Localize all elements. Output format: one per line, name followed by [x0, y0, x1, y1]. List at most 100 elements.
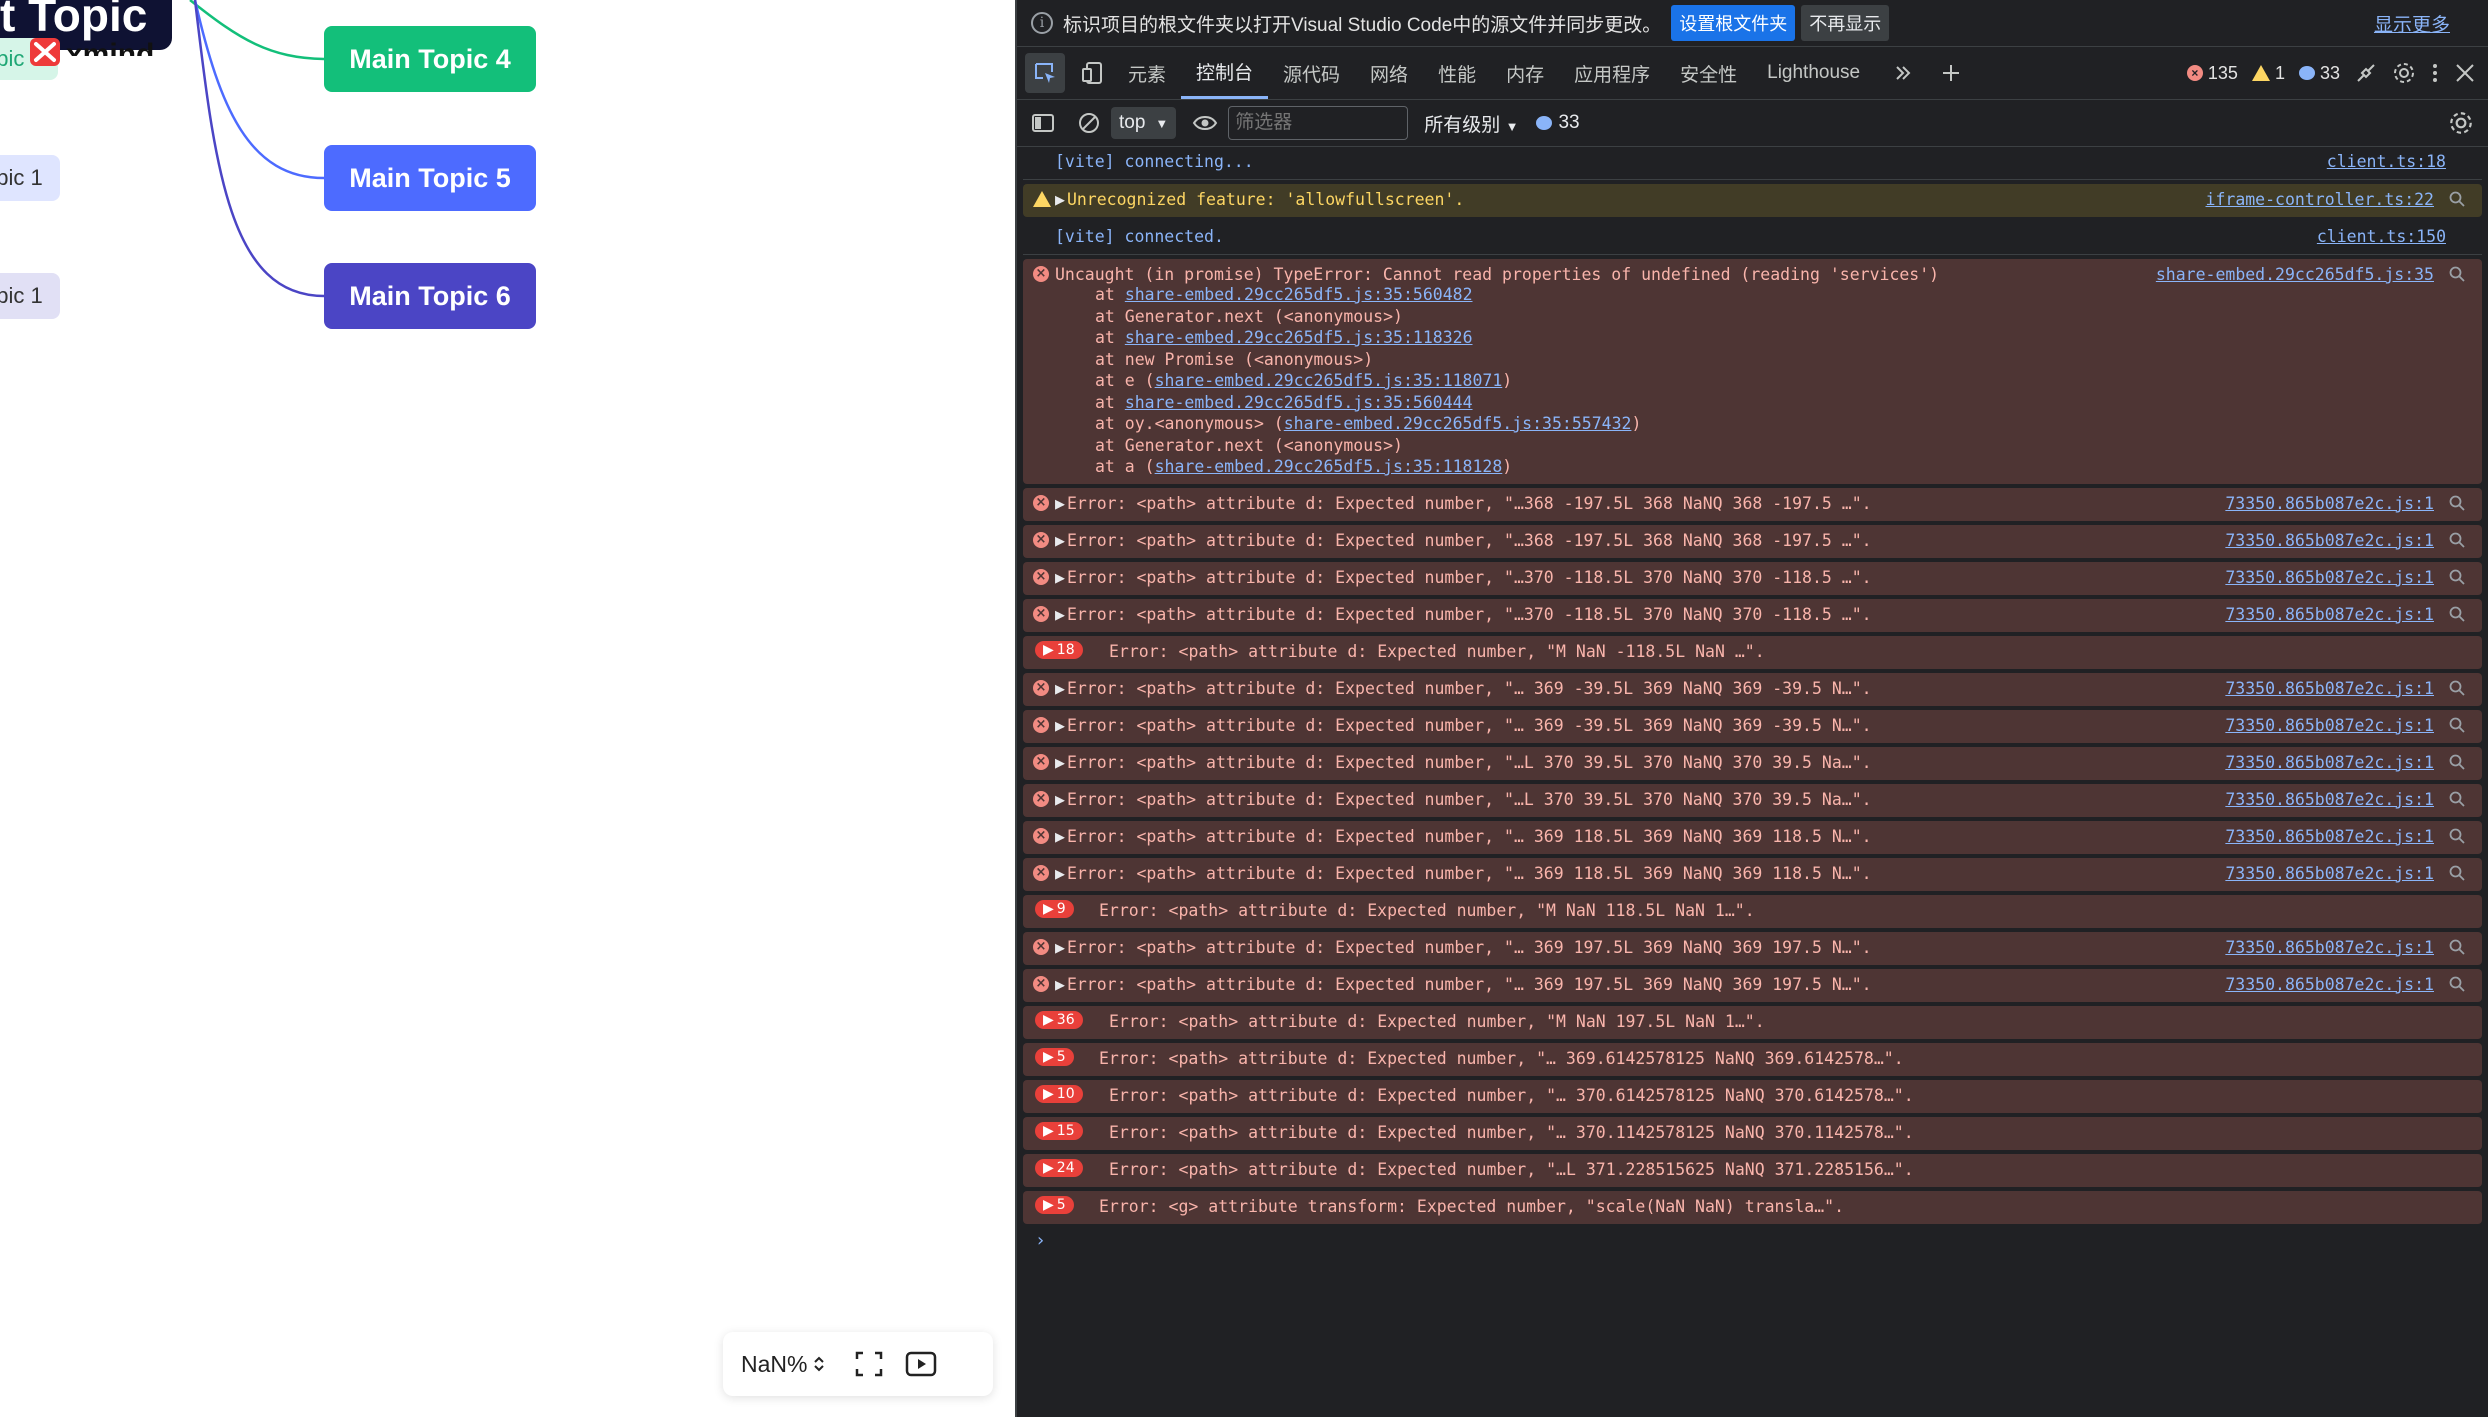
console-error-row[interactable]: × ▶ Error: <path> attribute d: Expected nu… — [1023, 857, 2482, 891]
console-uncaught-error-row[interactable]: × Uncaught (in promise) TypeError: Cannot… — [1023, 259, 2482, 484]
console-grouped-error-row[interactable]: ▶ 9 Error: <path> attribute d: Expected nu… — [1023, 894, 2482, 928]
console-grouped-error-row[interactable]: ▶ 36 Error: <path> attribute d: Expected n… — [1023, 1005, 2482, 1039]
expand-triangle-icon[interactable]: ▶ — [1055, 494, 1065, 513]
tab-memory[interactable]: 内存 — [1491, 47, 1559, 99]
eye-icon[interactable] — [1192, 113, 1218, 133]
tab-performance[interactable]: 性能 — [1423, 47, 1491, 99]
console-error-row[interactable]: × ▶ Error: <path> attribute d: Expected nu… — [1023, 746, 2482, 780]
repeat-count-badge[interactable]: ▶ 15 — [1035, 1121, 1083, 1140]
console-grouped-error-row[interactable]: ▶ 5 Error: <path> attribute d: Expected nu… — [1023, 1042, 2482, 1076]
tab-network[interactable]: 网络 — [1355, 47, 1423, 99]
subtopic-blue-2[interactable]: opic 1 — [0, 273, 60, 319]
source-link[interactable]: 73350.865b087e2c.js:1 — [2225, 938, 2434, 957]
expand-triangle-icon[interactable]: ▶ — [1055, 790, 1065, 809]
stack-frame-link[interactable]: share-embed.29cc265df5.js:35:118071 — [1155, 371, 1503, 390]
stack-frame-link[interactable]: share-embed.29cc265df5.js:35:560444 — [1125, 393, 1473, 412]
console-error-row[interactable]: × ▶ Error: <path> attribute d: Expected nu… — [1023, 561, 2482, 595]
expand-triangle-icon[interactable]: ▶ — [1055, 190, 1065, 209]
main-topic-4[interactable]: Main Topic 4 — [324, 26, 536, 92]
search-icon[interactable] — [2448, 753, 2466, 771]
connection-icon[interactable] — [2354, 61, 2378, 85]
console-grouped-error-row[interactable]: ▶ 5 Error: <g> attribute transform: Expect… — [1023, 1190, 2482, 1224]
search-icon[interactable] — [2448, 265, 2466, 283]
expand-triangle-icon[interactable]: ▶ — [1055, 531, 1065, 550]
repeat-count-badge[interactable]: ▶ 5 — [1035, 1047, 1074, 1066]
console-grouped-error-row[interactable]: ▶ 18 Error: <path> attribute d: Expected n… — [1023, 635, 2482, 669]
mindmap-canvas[interactable]: t Topic opic opic 1 opic 1 xmind Main To… — [0, 0, 1015, 1417]
console-error-row[interactable]: × ▶ Error: <path> attribute d: Expected nu… — [1023, 968, 2482, 1002]
stack-frame-link[interactable]: share-embed.29cc265df5.js:35:557432 — [1284, 414, 1632, 433]
tab-application[interactable]: 应用程序 — [1559, 47, 1665, 99]
source-link[interactable]: 73350.865b087e2c.js:1 — [2225, 568, 2434, 587]
dont-show-again-button[interactable]: 不再显示 — [1801, 5, 1890, 41]
source-link[interactable]: 73350.865b087e2c.js:1 — [2225, 679, 2434, 698]
source-link[interactable]: 73350.865b087e2c.js:1 — [2225, 716, 2434, 735]
stack-frame-link[interactable]: share-embed.29cc265df5.js:35:118326 — [1125, 328, 1473, 347]
search-icon[interactable] — [2448, 790, 2466, 808]
clear-console-icon[interactable] — [1077, 111, 1101, 135]
search-icon[interactable] — [2448, 531, 2466, 549]
inspect-element-button[interactable] — [1025, 53, 1065, 93]
search-icon[interactable] — [2448, 975, 2466, 993]
console-messages[interactable]: [vite] connecting... client.ts:18 ▶ Unrecog… — [1023, 146, 2482, 1251]
search-icon[interactable] — [2448, 190, 2466, 208]
source-link[interactable]: 73350.865b087e2c.js:1 — [2225, 753, 2434, 772]
main-topic-6[interactable]: Main Topic 6 — [324, 263, 536, 329]
search-icon[interactable] — [2448, 494, 2466, 512]
search-icon[interactable] — [2448, 679, 2466, 697]
tab-sources[interactable]: 源代码 — [1268, 47, 1355, 99]
source-link[interactable]: 73350.865b087e2c.js:1 — [2225, 790, 2434, 809]
filter-input[interactable] — [1228, 106, 1409, 140]
log-levels-select[interactable]: 所有级别 ▼ — [1424, 110, 1518, 137]
console-prompt[interactable]: › — [1023, 1230, 2482, 1251]
search-icon[interactable] — [2448, 864, 2466, 882]
fullscreen-button[interactable] — [849, 1344, 889, 1384]
repeat-count-badge[interactable]: ▶ 10 — [1035, 1084, 1083, 1103]
console-error-row[interactable]: × ▶ Error: <path> attribute d: Expected nu… — [1023, 820, 2482, 854]
search-icon[interactable] — [2448, 568, 2466, 586]
issues-count[interactable]: 33 — [1536, 112, 1580, 134]
source-link[interactable]: 73350.865b087e2c.js:1 — [2225, 864, 2434, 883]
close-icon[interactable] — [2454, 62, 2476, 84]
console-grouped-error-row[interactable]: ▶ 24 Error: <path> attribute d: Expected n… — [1023, 1153, 2482, 1187]
search-icon[interactable] — [2448, 827, 2466, 845]
warning-count-badge[interactable]: 1 — [2251, 63, 2285, 84]
console-grouped-error-row[interactable]: ▶ 10 Error: <path> attribute d: Expected n… — [1023, 1079, 2482, 1113]
console-error-row[interactable]: × ▶ Error: <path> attribute d: Expected nu… — [1023, 672, 2482, 706]
source-link[interactable]: 73350.865b087e2c.js:1 — [2225, 975, 2434, 994]
search-icon[interactable] — [2448, 716, 2466, 734]
expand-triangle-icon[interactable]: ▶ — [1055, 568, 1065, 587]
kebab-menu-icon[interactable] — [2430, 61, 2440, 85]
source-link[interactable]: share-embed.29cc265df5.js:35 — [2156, 265, 2434, 284]
expand-triangle-icon[interactable]: ▶ — [1055, 753, 1065, 772]
expand-triangle-icon[interactable]: ▶ — [1055, 975, 1065, 994]
console-grouped-error-row[interactable]: ▶ 15 Error: <path> attribute d: Expected n… — [1023, 1116, 2482, 1150]
source-link[interactable]: 73350.865b087e2c.js:1 — [2225, 531, 2434, 550]
sidebar-toggle-icon[interactable] — [1031, 112, 1055, 134]
subtopic-blue-1[interactable]: opic 1 — [0, 155, 60, 201]
repeat-count-badge[interactable]: ▶ 5 — [1035, 1195, 1074, 1214]
source-link[interactable]: 73350.865b087e2c.js:1 — [2225, 494, 2434, 513]
console-error-row[interactable]: × ▶ Error: <path> attribute d: Expected nu… — [1023, 487, 2482, 521]
set-root-folder-button[interactable]: 设置根文件夹 — [1671, 5, 1796, 41]
main-topic-5[interactable]: Main Topic 5 — [324, 145, 536, 211]
stack-frame-link[interactable]: share-embed.29cc265df5.js:35:118128 — [1155, 457, 1503, 476]
source-link[interactable]: client.ts:150 — [2317, 227, 2446, 246]
console-error-row[interactable]: × ▶ Error: <path> attribute d: Expected nu… — [1023, 709, 2482, 743]
repeat-count-badge[interactable]: ▶ 18 — [1035, 640, 1083, 659]
expand-triangle-icon[interactable]: ▶ — [1055, 605, 1065, 624]
present-button[interactable] — [901, 1344, 941, 1384]
expand-triangle-icon[interactable]: ▶ — [1055, 938, 1065, 957]
zoom-select[interactable]: NaN% — [741, 1351, 837, 1378]
expand-triangle-icon[interactable]: ▶ — [1055, 864, 1065, 883]
source-link[interactable]: iframe-controller.ts:22 — [2206, 190, 2434, 209]
console-info-row[interactable]: [vite] connecting... client.ts:18 — [1023, 146, 2482, 180]
device-toolbar-button[interactable] — [1073, 53, 1113, 93]
source-link[interactable]: client.ts:18 — [2327, 152, 2446, 171]
tab-elements[interactable]: 元素 — [1113, 47, 1181, 99]
message-count-badge[interactable]: 33 — [2298, 63, 2340, 84]
source-link[interactable]: 73350.865b087e2c.js:1 — [2225, 827, 2434, 846]
tab-lighthouse[interactable]: Lighthouse — [1752, 47, 1875, 99]
context-select[interactable]: top ▼ — [1111, 107, 1177, 139]
repeat-count-badge[interactable]: ▶ 36 — [1035, 1010, 1083, 1029]
